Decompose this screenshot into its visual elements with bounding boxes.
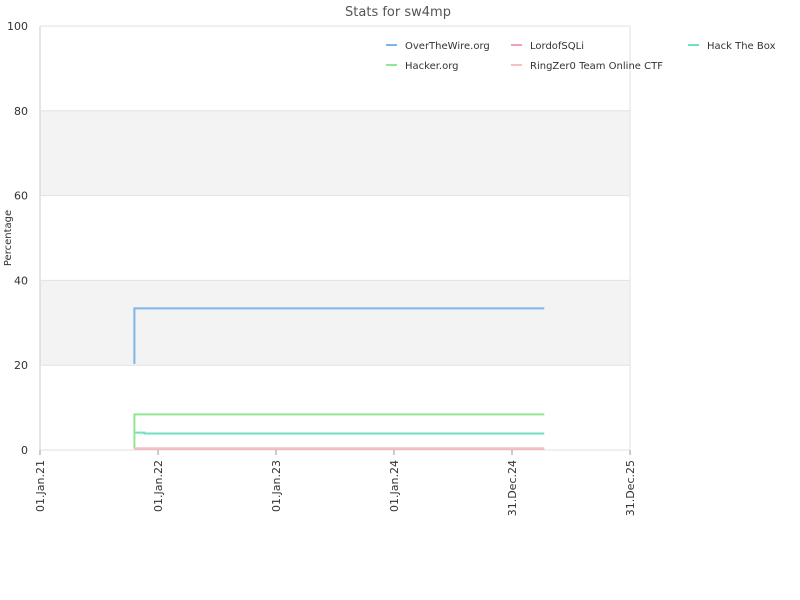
chart: 0 20 40 60 80 100 01.Jan.21 01.Jan.22 01.Jan.23… <box>3 5 776 516</box>
x-tick-label: 31.Dec.25 <box>624 460 637 516</box>
y-tick-label: 80 <box>14 105 28 118</box>
y-tick-label: 20 <box>14 359 28 372</box>
x-tick-label: 31.Dec.24 <box>506 460 519 516</box>
series-line <box>134 431 545 435</box>
grid-lines <box>39 25 631 451</box>
x-axis: 01.Jan.21 01.Jan.22 01.Jan.23 01.Jan.24 31.D… <box>34 450 637 516</box>
legend-label: Hack The Box <box>707 41 776 52</box>
chart-title: Stats for sw4mp <box>345 5 451 20</box>
y-tick-label: 40 <box>14 274 28 287</box>
y-tick-label: 60 <box>14 190 28 203</box>
x-tick-label: 01.Jan.23 <box>270 460 283 512</box>
x-tick-label: 01.Jan.22 <box>152 460 165 512</box>
plot-band <box>40 280 630 366</box>
y-tick-label: 0 <box>21 444 28 457</box>
y-tick-label: 100 <box>7 20 28 33</box>
legend[interactable]: OverTheWire.org LordofSQLi Hack The Box Hac… <box>386 41 776 72</box>
legend-label: RingZer0 Team Online CTF <box>530 61 663 72</box>
legend-label: LordofSQLi <box>530 41 584 52</box>
x-tick-label: 01.Jan.24 <box>388 460 401 512</box>
legend-label: Hacker.org <box>405 61 459 72</box>
plot-bands <box>40 110 630 366</box>
legend-label: OverTheWire.org <box>405 41 490 52</box>
plot-band <box>40 110 630 196</box>
y-axis-label: Percentage <box>3 210 14 266</box>
series-line <box>133 413 545 449</box>
x-tick-label: 01.Jan.21 <box>34 460 47 512</box>
